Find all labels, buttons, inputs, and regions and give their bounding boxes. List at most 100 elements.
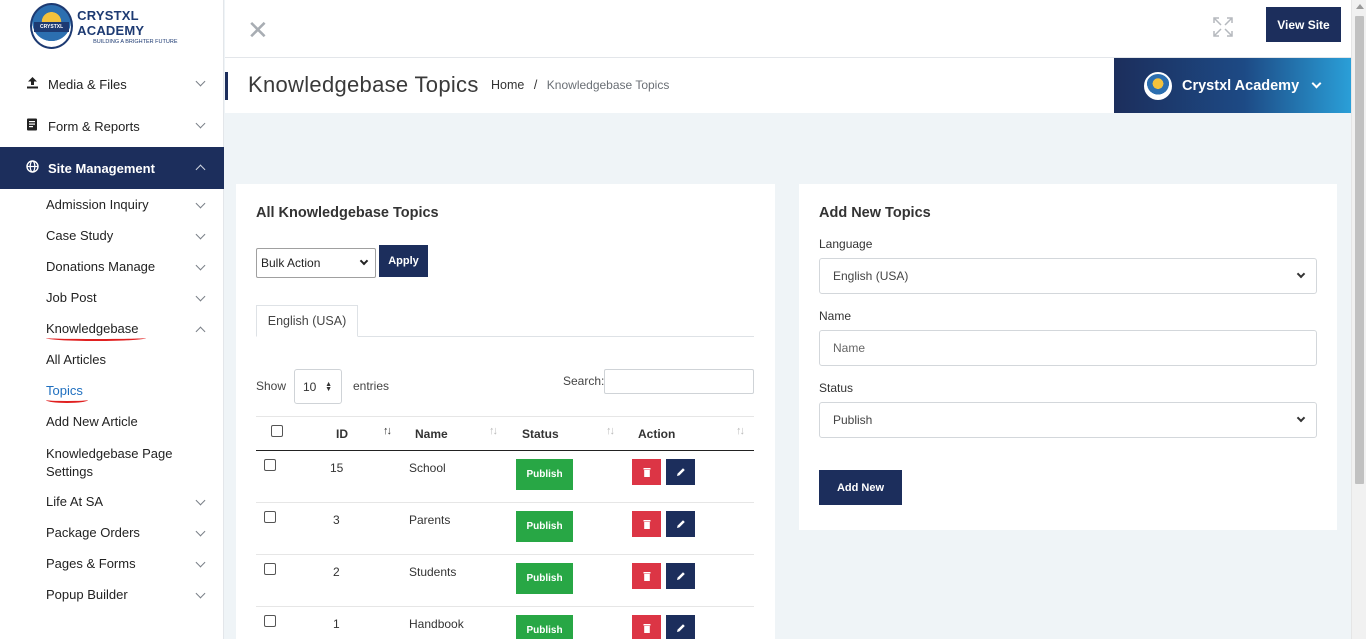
sidebar-item-form-reports[interactable]: Form & Reports [0,105,224,147]
row-id: 15 [330,461,344,475]
page-scrollbar[interactable] [1351,0,1366,639]
sort-icon[interactable]: ↑↓ [606,425,615,437]
bulk-action-value: Bulk Action [261,256,321,270]
globe-icon [24,160,40,176]
select-all-checkbox[interactable] [271,425,283,437]
brand-logo[interactable]: CRYSTXL CRYSTXL ACADEMY BUILDING A BRIGH… [30,2,200,50]
sidebar-item-site-management[interactable]: Site Management [0,147,224,189]
delete-button[interactable] [632,563,661,589]
sidebar-item-all-articles[interactable]: All Articles [46,344,224,375]
row-checkbox[interactable] [264,511,276,523]
seal-text: CRYSTXL [34,22,70,32]
search-input[interactable] [604,369,754,394]
account-name: Crystxl Academy [1182,77,1300,94]
sidebar-item-case-study[interactable]: Case Study [46,220,224,251]
account-menu[interactable]: Crystxl Academy [1114,58,1351,113]
sidebar-item-label: Life At SA [46,494,104,509]
row-name: Students [409,565,457,579]
delete-button[interactable] [632,615,661,639]
tab-english-usa[interactable]: English (USA) [256,305,358,337]
sidebar-item-label: Site Management [48,160,155,176]
language-select[interactable]: English (USA) [819,258,1317,294]
view-site-button[interactable]: View Site [1266,7,1341,42]
document-icon [24,118,40,134]
page-title: Knowledgebase Topics [248,72,479,97]
sidebar-item-knowledgebase-page-settings[interactable]: Knowledgebase Page Settings [46,437,224,486]
table-header: ID ↑↓ Name ↑↓ Status ↑↓ Action ↑↓ [256,416,754,451]
sidebar-item-label: Add New Article [46,414,138,429]
add-topic-title: Add New Topics [819,205,931,221]
row-checkbox[interactable] [264,459,276,471]
name-input[interactable]: Name [819,330,1317,366]
sidebar-item-life-at-sa[interactable]: Life At SA [46,486,224,517]
academy-seal-icon: CRYSTXL [30,3,74,49]
logo-text: CRYSTXL ACADEMY BUILDING A BRIGHTER FUTU… [77,8,200,45]
edit-button[interactable] [666,563,695,589]
name-placeholder: Name [833,341,866,355]
chevron-up-icon [195,326,206,337]
sidebar-item-topics[interactable]: Topics [46,375,224,406]
avatar [1144,71,1172,100]
topics-list-card: All Knowledgebase Topics Bulk Action App… [236,184,775,639]
status-label: Status [819,381,854,395]
chevron-down-icon [195,118,206,129]
sidebar-item-label: Donations Manage [46,259,156,274]
chevron-down-icon [359,256,369,266]
sidebar-item-pages-forms[interactable]: Pages & Forms [46,548,224,579]
add-new-button[interactable]: Add New [819,470,902,505]
column-header-name[interactable]: Name [415,427,448,441]
column-header-action[interactable]: Action [638,427,675,441]
sidebar-item-label: Popup Builder [46,587,128,602]
edit-button[interactable] [666,615,695,639]
name-label: Name [819,309,852,323]
sidebar-item-add-new-article[interactable]: Add New Article [46,406,224,437]
row-id: 1 [333,617,340,631]
scroll-up-arrow-icon[interactable] [1356,4,1364,9]
edit-button[interactable] [666,459,695,485]
page-length-value: 10 [303,379,317,394]
row-checkbox[interactable] [264,615,276,627]
status-badge: Publish [516,615,573,639]
delete-button[interactable] [632,459,661,485]
sidebar-item-popup-builder[interactable]: Popup Builder [46,579,224,610]
upload-icon [24,76,40,92]
chevron-up-icon [195,164,206,175]
red-underline-annotation [46,397,88,403]
status-select[interactable]: Publish [819,402,1317,438]
edit-button[interactable] [666,511,695,537]
site-management-submenu: Admission Inquiry Case Study Donations M… [0,189,224,610]
sidebar-item-donations-manage[interactable]: Donations Manage [46,251,224,282]
row-checkbox[interactable] [264,563,276,575]
sidebar-item-media-files[interactable]: Media & Files [0,63,224,105]
sort-icon[interactable]: ↑↓ [489,425,498,437]
sort-icon[interactable]: ↑↓ [736,425,745,437]
chevron-down-icon [195,291,206,302]
pencil-icon [676,520,685,528]
sidebar-item-package-orders[interactable]: Package Orders [46,517,224,548]
sort-icon[interactable]: ↑↓ [383,425,392,437]
column-header-id[interactable]: ID [336,427,348,441]
sidebar-item-job-post[interactable]: Job Post [46,282,224,313]
bulk-action-select[interactable]: Bulk Action [256,248,376,278]
trash-icon [643,519,650,529]
title-bar: Knowledgebase Topics Home / Knowledgebas… [225,58,1351,113]
table-row: 15 School Publish [256,451,754,503]
title-accent [225,72,228,100]
sidebar-item-admission-inquiry[interactable]: Admission Inquiry [46,189,224,220]
chevron-down-icon [1311,78,1322,88]
sidebar-item-knowledgebase[interactable]: Knowledgebase [46,313,224,344]
close-icon[interactable]: ✕ [247,17,269,43]
sidebar-item-label: Knowledgebase [46,321,139,336]
chevron-down-icon [195,588,206,599]
scroll-thumb[interactable] [1355,16,1364,484]
page-length-select[interactable]: 10 ▲ ▼ [294,369,342,404]
expand-icon[interactable] [1213,17,1233,37]
add-topic-card: Add New Topics Language English (USA) Na… [799,184,1337,530]
column-header-status[interactable]: Status [522,427,559,441]
table-row: 3 Parents Publish [256,503,754,555]
show-label: Show [256,379,287,393]
breadcrumb-home-link[interactable]: Home [491,78,524,92]
apply-button[interactable]: Apply [379,245,428,277]
delete-button[interactable] [632,511,661,537]
entries-label: entries [353,379,390,393]
